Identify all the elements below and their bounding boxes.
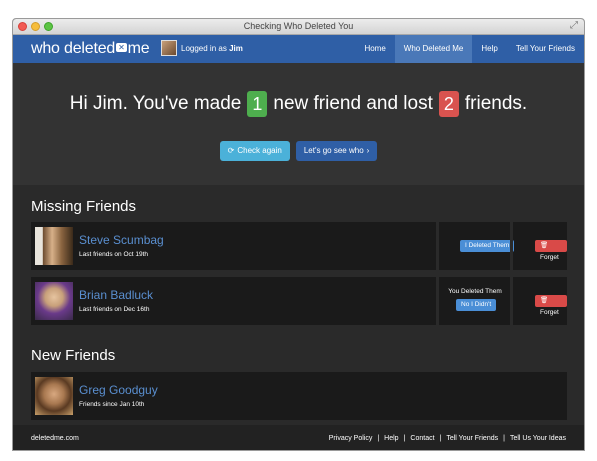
nav-links: Home Who Deleted Me Help Tell Your Frien… [355,35,584,63]
forget-label: Forget [540,254,559,261]
summary-text-1: Hi Jim. You've made [69,93,242,114]
footer-site[interactable]: deletedme.com [31,435,79,442]
summary-text-2: new friend and lost [273,93,433,114]
footer-help-link[interactable]: Help [384,435,398,442]
new-friends-count: 1 [247,91,268,117]
footer-tell-friends-link[interactable]: Tell Your Friends [446,435,498,442]
you-deleted-them-status: You Deleted Them [448,288,502,295]
refresh-icon: ⟳ [227,146,235,155]
trash-icon: 🗑 [540,297,549,304]
card-divider [436,222,439,270]
friend-name[interactable]: Greg Goodguy [79,383,158,397]
check-again-button[interactable]: ⟳ Check again [219,141,290,161]
forget-label: Forget [540,309,559,316]
user-status: Logged in as Jim [161,40,243,56]
nav-who-deleted-me[interactable]: Who Deleted Me [394,35,473,63]
forget-button[interactable]: 🗑 Forget [535,240,567,261]
friend-name[interactable]: Steve Scumbag [79,233,164,247]
card-divider [510,222,513,270]
see-who-button[interactable]: Let's go see who › [295,141,378,161]
nav-home[interactable]: Home [355,35,394,63]
friend-last-date: Last friends on Oct 19th [79,251,149,258]
chevron-right-icon: › [366,146,370,155]
footer-contact-link[interactable]: Contact [410,435,434,442]
footer-links: Privacy Policy | Help | Contact | Tell Y… [329,435,566,442]
brand-text-left: who deleted [31,40,116,57]
missing-friend-card: Steve Scumbag Last friends on Oct 19th I… [31,222,567,270]
brand-logo[interactable]: who deleted ✕ me [31,40,150,58]
lost-friends-count: 2 [438,91,459,117]
card-divider [510,277,513,325]
summary-hero: Hi Jim. You've made 1 new friend and los… [13,63,584,185]
forget-button[interactable]: 🗑 Forget [535,295,567,316]
hero-actions: ⟳ Check again Let's go see who › [13,141,584,161]
card-divider [436,277,439,325]
summary-heading: Hi Jim. You've made 1 new friend and los… [13,91,584,117]
new-friends-title: New Friends [31,347,116,364]
window-title: Checking Who Deleted You [243,21,354,31]
nav-tell-your-friends[interactable]: Tell Your Friends [507,35,584,63]
navbar: who deleted ✕ me Logged in as Jim Home Who… [13,35,584,63]
friend-name[interactable]: Brian Badluck [79,288,153,302]
footer-separator: | [503,435,505,442]
footer-privacy-link[interactable]: Privacy Policy [329,435,373,442]
brand-x-mark: ✕ [116,43,127,52]
user-avatar [161,40,177,56]
friend-since-date: Friends since Jan 10th [79,401,145,408]
footer-separator: | [439,435,442,442]
missing-friend-card: Brian Badluck Last friends on Dec 16th Y… [31,277,567,325]
friend-photo [35,282,73,320]
footer-separator: | [403,435,406,442]
i-deleted-them-button[interactable]: I Deleted Them [460,240,515,252]
footer-separator: | [377,435,380,442]
app-window: Checking Who Deleted You ⤢ who deleted ✕ m… [12,18,585,451]
trash-icon: 🗑 [540,242,549,249]
summary-text-3: friends. [464,93,528,114]
fullscreen-icon[interactable]: ⤢ [570,20,578,31]
missing-friends-title: Missing Friends [31,198,137,215]
brand-text-right: me [127,40,150,57]
see-who-label: Let's go see who [303,146,364,155]
check-again-label: Check again [237,146,282,155]
user-name: Jim [229,43,243,53]
no-i-didnt-button[interactable]: No I Didn't [456,299,497,311]
friend-last-date: Last friends on Dec 16th [79,306,150,313]
nav-help[interactable]: Help [472,35,506,63]
logged-in-label: Logged in as [181,43,227,53]
footer-ideas-link[interactable]: Tell Us Your Ideas [510,435,566,442]
window-titlebar: Checking Who Deleted You ⤢ [13,19,584,35]
footer: deletedme.com Privacy Policy | Help | Co… [13,425,584,450]
friend-photo [35,227,73,265]
new-friend-card: Greg Goodguy Friends since Jan 10th [31,372,567,420]
friend-photo [35,377,73,415]
